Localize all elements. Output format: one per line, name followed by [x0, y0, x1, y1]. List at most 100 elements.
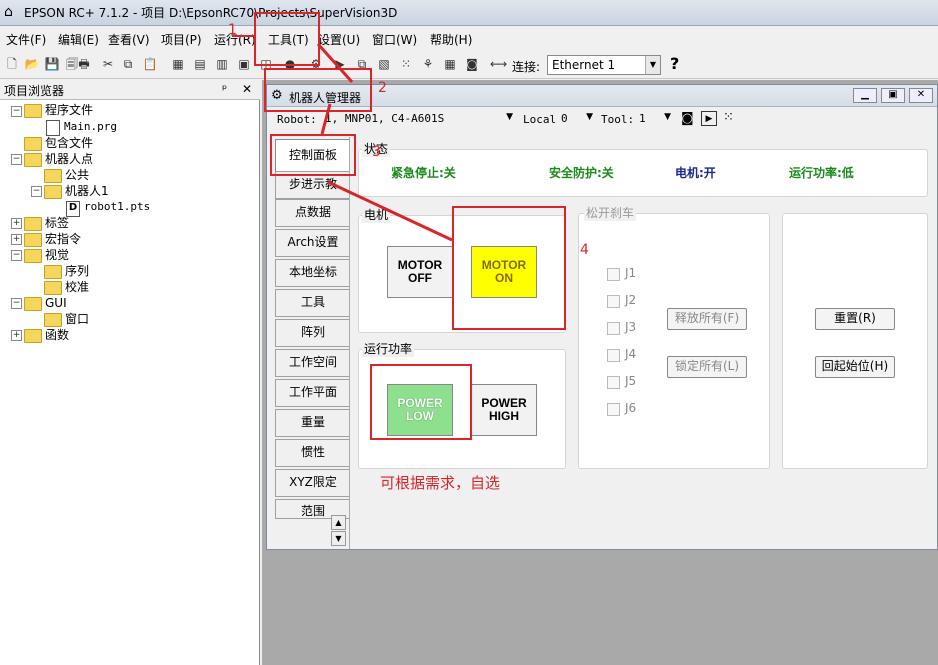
- network-icon[interactable]: ⚘: [420, 56, 436, 73]
- tree-item-robot-points[interactable]: 机器人点: [45, 151, 93, 167]
- tab-arch[interactable]: Arch设置: [275, 229, 351, 257]
- lock-all-button[interactable]: 锁定所有(L): [667, 356, 747, 378]
- tree-item-common[interactable]: 公共: [65, 167, 89, 183]
- menu-window[interactable]: 窗口(W): [372, 31, 417, 48]
- expand-toggle[interactable]: +: [11, 330, 22, 341]
- io-label-icon[interactable]: ▧: [376, 56, 392, 73]
- robot-select[interactable]: 1, MNP01, C4-A601S ▼: [323, 110, 513, 129]
- menu-edit[interactable]: 编辑(E): [58, 31, 99, 48]
- restore-icon[interactable]: ▣: [881, 88, 905, 103]
- copy-icon[interactable]: ⧉: [120, 56, 136, 73]
- tree-item-vision[interactable]: 视觉: [45, 247, 69, 263]
- chevron-up-icon[interactable]: ▲: [331, 515, 346, 530]
- app-icon: ⌂: [4, 4, 13, 20]
- io-monitor-icon[interactable]: ▥: [214, 56, 230, 73]
- tree-item-robot1-pts[interactable]: robot1.pts: [84, 199, 150, 215]
- release-all-button[interactable]: 释放所有(F): [667, 308, 747, 330]
- annotation-step-4: 4: [580, 242, 589, 258]
- tab-tool[interactable]: 工具: [275, 289, 351, 317]
- local-select[interactable]: 0 ▼: [559, 110, 593, 129]
- help-icon[interactable]: ?: [670, 54, 679, 73]
- cut-icon[interactable]: ✂: [100, 56, 116, 73]
- collapse-toggle[interactable]: −: [11, 106, 22, 117]
- connection-select[interactable]: Ethernet 1 ▼: [547, 55, 661, 75]
- tree-item-main-prg[interactable]: Main.prg: [64, 119, 117, 135]
- tab-workspace[interactable]: 工作空间: [275, 349, 351, 377]
- io-grid-icon[interactable]: ⁙: [398, 56, 414, 73]
- joint-checkbox[interactable]: [607, 376, 620, 389]
- minimize-icon[interactable]: ▁: [853, 88, 877, 103]
- joint-checkbox[interactable]: [607, 295, 620, 308]
- joint-label: J4: [625, 347, 637, 361]
- tab-xyz-limits[interactable]: XYZ限定: [275, 469, 351, 497]
- tab-local[interactable]: 本地坐标: [275, 259, 351, 287]
- tree-item-program-files[interactable]: 程序文件: [45, 102, 93, 118]
- annotation-step-1: 1: [228, 22, 237, 38]
- camera-icon[interactable]: ◙: [681, 111, 694, 126]
- io-grid-icon[interactable]: ⁙: [723, 110, 734, 125]
- folder-icon: [24, 233, 42, 247]
- reset-button[interactable]: 重置(R): [815, 308, 895, 330]
- tree-item-robot1[interactable]: 机器人1: [65, 183, 109, 199]
- collapse-toggle[interactable]: −: [31, 186, 42, 197]
- toolbar: 🗋 📂 💾 🗐 🖶 ✂ ⧉ 📋 ▦ ▤ ▥ ▣ ◫ ● ⚙ ▶ ⧉ ▧ ⁙ ⚘ …: [0, 52, 938, 79]
- joint-checkbox[interactable]: [607, 322, 620, 335]
- camera-icon[interactable]: ◙: [464, 56, 480, 73]
- close-icon[interactable]: ✕: [909, 88, 933, 103]
- jog-icon[interactable]: ▶: [701, 111, 717, 126]
- new-file-icon[interactable]: 🗋: [4, 56, 20, 73]
- tree-item-window[interactable]: 窗口: [65, 311, 89, 327]
- motor-off-button[interactable]: MOTOR OFF: [387, 246, 453, 298]
- tree-item-macros[interactable]: 宏指令: [45, 231, 81, 247]
- chevron-down-icon[interactable]: ▼: [331, 531, 346, 546]
- tab-weight[interactable]: 重量: [275, 409, 351, 437]
- print-icon[interactable]: 🖶: [76, 56, 92, 73]
- tree-item-include-files[interactable]: 包含文件: [45, 135, 93, 151]
- expand-toggle[interactable]: +: [11, 218, 22, 229]
- annotation-box-tools-menu: [254, 12, 320, 66]
- tool-select[interactable]: 1 ▼: [637, 110, 671, 129]
- tab-inertia[interactable]: 惯性: [275, 439, 351, 467]
- expand-toggle[interactable]: +: [11, 234, 22, 245]
- tree-item-calibration[interactable]: 校准: [65, 279, 89, 295]
- tab-points[interactable]: 点数据: [275, 199, 351, 227]
- menu-view[interactable]: 查看(V): [108, 31, 150, 48]
- joint-checkbox[interactable]: [607, 403, 620, 416]
- table-icon[interactable]: ▦: [442, 56, 458, 73]
- menu-help[interactable]: 帮助(H): [430, 31, 472, 48]
- robot-manager-window: ⚙ 机器人管理器 ▁ ▣ ✕ Robot: 1, MNP01, C4-A601S…: [266, 84, 938, 550]
- local-label: Local: [523, 113, 557, 126]
- status-group: 紧急停止:关 安全防护:关 电机:开 运行功率:低: [358, 149, 928, 197]
- project-tree: − 程序文件 Main.prg 包含文件 − 机器人点 公共 − 机器人1 D …: [0, 100, 260, 665]
- joint-checkbox[interactable]: [607, 268, 620, 281]
- tree-item-functions[interactable]: 函数: [45, 327, 69, 343]
- chevron-down-icon: ▼: [586, 112, 593, 122]
- tree-item-gui[interactable]: GUI: [45, 295, 67, 311]
- window-title: EPSON RC+ 7.1.2 - 项目 D:\EpsonRC70\Projec…: [24, 6, 398, 20]
- command-window-icon[interactable]: ▣: [236, 56, 252, 73]
- collapse-toggle[interactable]: −: [11, 298, 22, 309]
- build-icon[interactable]: ▦: [170, 56, 186, 73]
- annotation-step-3: 3: [372, 144, 381, 160]
- tree-item-sequence[interactable]: 序列: [65, 263, 89, 279]
- project-browser-title: 项目浏览器: [4, 84, 65, 98]
- collapse-toggle[interactable]: −: [11, 154, 22, 165]
- menu-project[interactable]: 项目(P): [161, 31, 202, 48]
- open-folder-icon[interactable]: 📂: [24, 56, 40, 73]
- menu-file[interactable]: 文件(F): [6, 31, 46, 48]
- tab-pallet[interactable]: 阵列: [275, 319, 351, 347]
- menu-settings[interactable]: 设置(U): [318, 31, 360, 48]
- run-window-icon[interactable]: ▤: [192, 56, 208, 73]
- chevron-down-icon: ▼: [645, 56, 660, 74]
- collapse-toggle[interactable]: −: [11, 250, 22, 261]
- close-icon[interactable]: ✕: [242, 82, 252, 96]
- tree-item-labels[interactable]: 标签: [45, 215, 69, 231]
- folder-icon: [24, 297, 42, 311]
- tab-work-plane[interactable]: 工作平面: [275, 379, 351, 407]
- paste-icon[interactable]: 📋: [142, 56, 158, 73]
- home-button[interactable]: 回起始位(H): [815, 356, 895, 378]
- joint-checkbox[interactable]: [607, 349, 620, 362]
- save-icon[interactable]: 💾: [44, 56, 60, 73]
- power-high-button[interactable]: POWER HIGH: [471, 384, 537, 436]
- pin-icon[interactable]: ᵖ: [222, 82, 227, 96]
